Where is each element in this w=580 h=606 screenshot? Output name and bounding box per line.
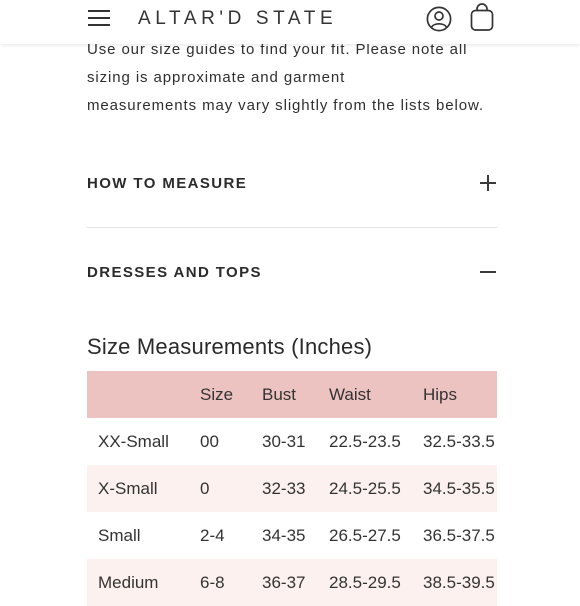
size-table-title: Size Measurements (Inches) <box>87 334 373 359</box>
accordion-how-to-measure[interactable]: HOW TO MEASURE <box>87 171 497 195</box>
accordion-divider <box>87 227 497 228</box>
table-row: Medium 6-8 36-37 28.5-29.5 38.5-39.5 <box>87 559 497 606</box>
column-header-bust: Bust <box>262 384 297 404</box>
plus-icon[interactable] <box>479 174 497 192</box>
intro-line-3: measurements may vary slightly from the … <box>87 97 484 114</box>
brand-logo[interactable]: ALTAR'D STATE <box>138 8 337 30</box>
site-header: ALTAR'D STATE <box>0 0 580 44</box>
accordion-title: DRESSES AND TOPS <box>87 263 262 281</box>
column-header-hips: Hips <box>423 384 458 404</box>
size-cell: 6-8 <box>200 572 225 592</box>
waist-cell: 22.5-23.5 <box>329 431 401 451</box>
size-name-cell: Small <box>98 525 141 545</box>
minus-icon[interactable] <box>479 263 497 281</box>
waist-cell: 28.5-29.5 <box>329 572 401 592</box>
hamburger-menu-icon[interactable] <box>88 9 110 27</box>
size-cell: 2-4 <box>200 525 225 545</box>
bust-cell: 32-33 <box>262 478 306 498</box>
size-measurements-table: Size Bust Waist Hips XX-Small 00 30-31 2… <box>87 371 497 606</box>
shopping-bag-icon[interactable] <box>469 3 495 32</box>
table-row: X-Small 0 32-33 24.5-25.5 34.5-35.5 <box>87 465 497 512</box>
table-row: Small 2-4 34-35 26.5-27.5 36.5-37.5 <box>87 512 497 559</box>
intro-line-2: sizing is approximate and garment <box>87 69 346 86</box>
column-header-name <box>87 371 200 418</box>
hips-cell: 34.5-35.5 <box>423 478 495 498</box>
column-header-size: Size <box>200 384 234 404</box>
size-cell: 0 <box>200 478 210 498</box>
hips-cell: 32.5-33.5 <box>423 431 495 451</box>
bust-cell: 36-37 <box>262 572 306 592</box>
size-name-cell: Medium <box>98 572 159 592</box>
column-header-waist: Waist <box>329 384 371 404</box>
size-name-cell: XX-Small <box>98 431 169 451</box>
hips-cell: 36.5-37.5 <box>423 525 495 545</box>
size-guide-intro: Use our size guides to find your fit. Pl… <box>87 36 517 120</box>
size-name-cell: X-Small <box>98 478 158 498</box>
hips-cell: 38.5-39.5 <box>423 572 495 592</box>
accordion-title: HOW TO MEASURE <box>87 174 248 192</box>
waist-cell: 24.5-25.5 <box>329 478 401 498</box>
bust-cell: 30-31 <box>262 431 306 451</box>
waist-cell: 26.5-27.5 <box>329 525 401 545</box>
table-header-row: Size Bust Waist Hips <box>87 371 497 418</box>
table-row: XX-Small 00 30-31 22.5-23.5 32.5-33.5 <box>87 418 497 465</box>
accordion-dresses-and-tops[interactable]: DRESSES AND TOPS <box>87 260 497 284</box>
bust-cell: 34-35 <box>262 525 306 545</box>
user-account-icon[interactable] <box>426 6 452 32</box>
size-cell: 00 <box>200 431 219 451</box>
